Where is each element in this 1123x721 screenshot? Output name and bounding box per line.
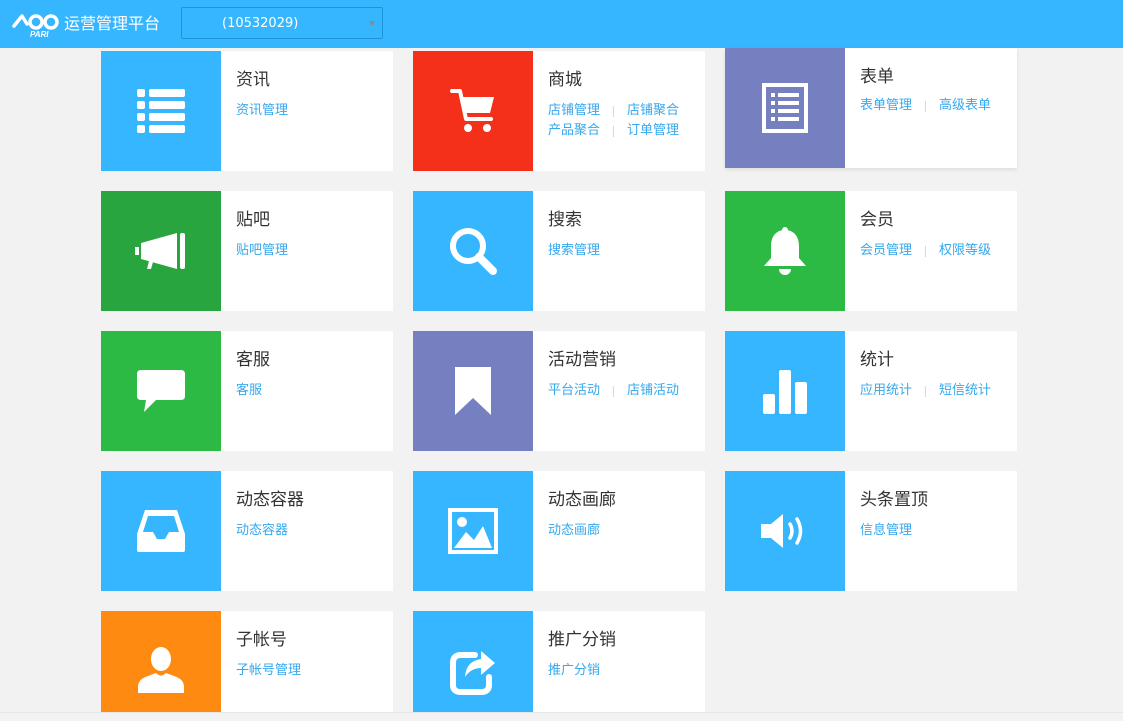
tile-forum[interactable]: 贴吧 贴吧管理 (101, 191, 393, 311)
tile-dynamic-gallery[interactable]: 动态画廊 动态画廊 (413, 471, 705, 591)
link-store-manage[interactable]: 店铺管理 (548, 101, 600, 121)
share-icon (413, 611, 533, 712)
tile-statistics[interactable]: 统计 应用统计 短信统计 (725, 331, 1017, 451)
tile-title: 客服 (236, 350, 270, 370)
link-separator (925, 385, 927, 397)
link-member-manage[interactable]: 会员管理 (860, 241, 912, 261)
picture-icon (413, 471, 533, 591)
link-separator (925, 100, 927, 112)
link-order-manage[interactable]: 订单管理 (627, 121, 679, 141)
tile-title: 推广分销 (548, 630, 616, 650)
divider (0, 712, 1123, 713)
tile-title: 动态画廊 (548, 490, 616, 510)
user-icon (101, 611, 221, 712)
tile-title: 统计 (860, 350, 894, 370)
tile-title: 表单 (860, 67, 894, 87)
account-select-value: (10532029) (222, 16, 299, 31)
tile-marketing[interactable]: 活动营销 平台活动 店铺活动 (413, 331, 705, 451)
tile-title: 商城 (548, 70, 582, 90)
account-select[interactable]: (10532029) (181, 7, 383, 39)
tile-title: 会员 (860, 210, 894, 230)
tile-title: 头条置顶 (860, 490, 928, 510)
platform-name: 运营管理平台 (64, 14, 161, 33)
tile-mall[interactable]: 商城 店铺管理 店铺聚合 产品聚合 订单管理 (413, 51, 705, 171)
link-platform-activity[interactable]: 平台活动 (548, 381, 600, 401)
tile-form[interactable]: 表单 表单管理 高级表单 (725, 48, 1017, 168)
inbox-tray-icon (101, 471, 221, 591)
link-sub-account-manage[interactable]: 子帐号管理 (236, 661, 301, 681)
logo[interactable]: PARI (12, 10, 62, 39)
list-icon (101, 51, 221, 171)
link-permission-level[interactable]: 权限等级 (939, 241, 991, 261)
tile-title: 动态容器 (236, 490, 304, 510)
tile-title: 搜索 (548, 210, 582, 230)
tile-title: 活动营销 (548, 350, 616, 370)
tile-title: 子帐号 (236, 630, 287, 650)
link-separator (925, 245, 927, 257)
bell-icon (725, 191, 845, 311)
link-separator (613, 105, 615, 117)
tile-title: 贴吧 (236, 210, 270, 230)
link-news-manage[interactable]: 资讯管理 (236, 101, 288, 121)
link-dynamic-gallery[interactable]: 动态画廊 (548, 521, 600, 541)
tile-search[interactable]: 搜索 搜索管理 (413, 191, 705, 311)
tile-dynamic-container[interactable]: 动态容器 动态容器 (101, 471, 393, 591)
link-product-aggregate[interactable]: 产品聚合 (548, 121, 600, 141)
link-dynamic-container[interactable]: 动态容器 (236, 521, 288, 541)
tile-promotion[interactable]: 推广分销 推广分销 (413, 611, 705, 712)
shopping-cart-icon (413, 51, 533, 171)
link-customer-service[interactable]: 客服 (236, 381, 262, 401)
link-sms-statistics[interactable]: 短信统计 (939, 381, 991, 401)
tile-customer-service[interactable]: 客服 客服 (101, 331, 393, 451)
tile-title: 资讯 (236, 70, 270, 90)
chevron-down-icon (369, 21, 375, 26)
bar-chart-icon (725, 331, 845, 451)
tile-headline-top[interactable]: 头条置顶 信息管理 (725, 471, 1017, 591)
link-info-manage[interactable]: 信息管理 (860, 521, 912, 541)
logo-text: PARI (30, 30, 49, 38)
bookmark-icon (413, 331, 533, 451)
link-app-statistics[interactable]: 应用统计 (860, 381, 912, 401)
link-store-activity[interactable]: 店铺活动 (627, 381, 679, 401)
search-icon (413, 191, 533, 311)
top-bar: PARI 运营管理平台 (10532029) (0, 0, 1123, 48)
megaphone-icon (101, 191, 221, 311)
link-forum-manage[interactable]: 贴吧管理 (236, 241, 288, 261)
link-store-aggregate[interactable]: 店铺聚合 (627, 101, 679, 121)
tile-member[interactable]: 会员 会员管理 权限等级 (725, 191, 1017, 311)
chat-bubble-icon (101, 331, 221, 451)
link-separator (613, 385, 615, 397)
form-icon (725, 48, 845, 168)
tile-news[interactable]: 资讯 资讯管理 (101, 51, 393, 171)
link-advanced-form[interactable]: 高级表单 (939, 96, 991, 116)
link-separator (613, 125, 615, 137)
tile-sub-account[interactable]: 子帐号 子帐号管理 (101, 611, 393, 712)
link-form-manage[interactable]: 表单管理 (860, 96, 912, 116)
link-promotion[interactable]: 推广分销 (548, 661, 600, 681)
volume-icon (725, 471, 845, 591)
link-search-manage[interactable]: 搜索管理 (548, 241, 600, 261)
